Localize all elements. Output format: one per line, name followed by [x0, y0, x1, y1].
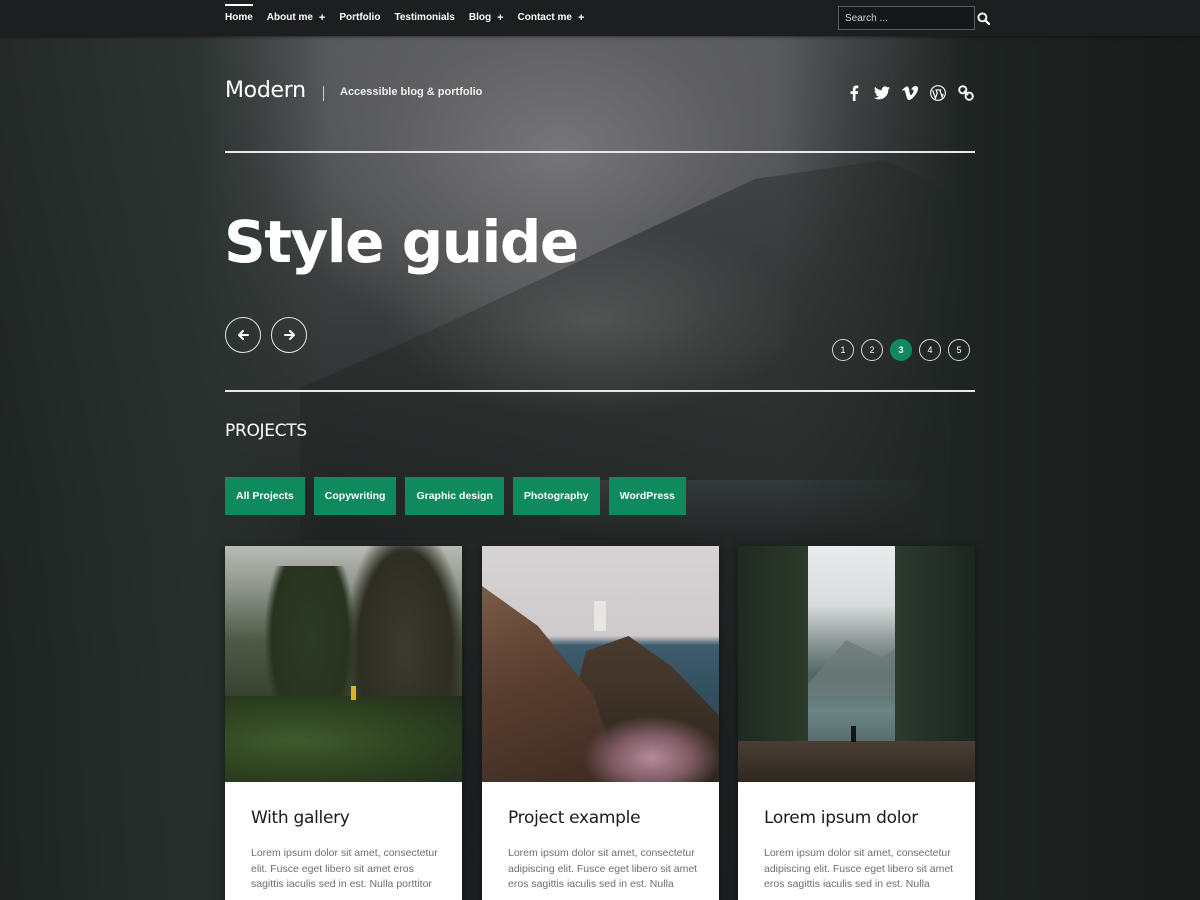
- nav-item-label: Contact me: [517, 12, 572, 23]
- project-title[interactable]: Project example: [508, 808, 641, 828]
- nav-item-label: Testimonials: [394, 12, 455, 23]
- slide-page-4[interactable]: 4: [919, 339, 941, 361]
- slider-pagination: 1 2 3 4 5: [832, 339, 977, 361]
- search-button[interactable]: [977, 7, 990, 29]
- slide-page-2[interactable]: 2: [861, 339, 883, 361]
- slide-page-1[interactable]: 1: [832, 339, 854, 361]
- nav-item-label: Blog: [468, 12, 492, 23]
- nav-item-portfolio[interactable]: Portfolio: [339, 0, 380, 36]
- slide-page-5[interactable]: 5: [948, 339, 970, 361]
- filter-wordpress[interactable]: WordPress: [608, 477, 686, 515]
- social-link-twitter[interactable]: [868, 82, 896, 104]
- slider-prev-button[interactable]: [225, 317, 261, 353]
- project-card[interactable]: With gallery Lorem ipsum dolor sit amet,…: [225, 546, 462, 900]
- site-title[interactable]: Modern: [225, 78, 306, 103]
- project-thumbnail-lighthouse[interactable]: [482, 546, 719, 782]
- nav-item-home[interactable]: Home: [225, 0, 253, 36]
- thumb-person: [851, 726, 856, 742]
- filter-graphic-design[interactable]: Graphic design: [405, 477, 504, 515]
- arrow-left-icon: [237, 330, 249, 340]
- nav-item-contact-me[interactable]: Contact me +: [518, 0, 585, 36]
- social-link-facebook[interactable]: [840, 82, 868, 104]
- header-divider: [225, 151, 975, 153]
- nav-item-blog[interactable]: Blog +: [469, 0, 504, 36]
- project-thumbnail-forest[interactable]: [225, 546, 462, 782]
- slide-page-3[interactable]: 3: [890, 339, 912, 361]
- thumb-shore: [738, 741, 975, 782]
- arrow-right-icon: [283, 330, 295, 340]
- thumb-person: [351, 686, 356, 700]
- facebook-icon: [850, 85, 859, 101]
- slider-divider: [225, 390, 975, 392]
- social-links: [840, 82, 980, 104]
- slider-next-button[interactable]: [271, 317, 307, 353]
- submenu-plus-icon[interactable]: +: [319, 0, 325, 36]
- project-card[interactable]: Lorem ipsum dolor Lorem ipsum dolor sit …: [738, 546, 975, 900]
- nav-item-label: Home: [225, 12, 253, 23]
- primary-menu: Home About me + Portfolio Testimonials B…: [225, 0, 598, 36]
- projects-heading: PROJECTS: [225, 421, 307, 441]
- site-tagline: Accessible blog & portfolio: [340, 86, 483, 98]
- filter-copywriting[interactable]: Copywriting: [313, 477, 397, 515]
- thumb-lighthouse: [594, 601, 606, 631]
- link-icon: [958, 85, 974, 101]
- project-excerpt: Lorem ipsum dolor sit amet, consectetur …: [251, 847, 438, 890]
- project-title[interactable]: With gallery: [251, 808, 350, 828]
- thumb-bushes: [225, 696, 462, 782]
- project-thumbnail-lake[interactable]: [738, 546, 975, 782]
- filter-photography[interactable]: Photography: [512, 477, 600, 515]
- twitter-icon: [874, 86, 890, 100]
- search-form: [838, 6, 990, 30]
- submenu-plus-icon[interactable]: +: [578, 0, 584, 36]
- project-filters: All Projects Copywriting Graphic design …: [225, 477, 695, 515]
- social-link-vimeo[interactable]: [896, 82, 924, 104]
- submenu-plus-icon[interactable]: +: [497, 0, 503, 36]
- filter-all-projects[interactable]: All Projects: [225, 477, 305, 515]
- project-excerpt: Lorem ipsum dolor sit amet, consectetur …: [764, 847, 954, 890]
- project-card[interactable]: Project example Lorem ipsum dolor sit am…: [482, 546, 719, 900]
- thumb-flowers: [582, 716, 719, 782]
- search-icon: [977, 11, 990, 25]
- vimeo-icon: [902, 86, 918, 100]
- nav-item-label: Portfolio: [339, 12, 381, 23]
- social-link-link[interactable]: [952, 82, 980, 104]
- project-excerpt: Lorem ipsum dolor sit amet, consectetur …: [508, 847, 698, 890]
- nav-item-about-me[interactable]: About me +: [267, 0, 326, 36]
- project-title[interactable]: Lorem ipsum dolor: [764, 808, 918, 828]
- wordpress-icon: [930, 85, 946, 101]
- nav-item-testimonials[interactable]: Testimonials: [394, 0, 454, 36]
- social-link-wordpress[interactable]: [924, 82, 952, 104]
- search-input[interactable]: [839, 7, 977, 29]
- slide-title[interactable]: Style guide: [224, 208, 579, 276]
- top-navigation-bar: Home About me + Portfolio Testimonials B…: [0, 0, 1200, 36]
- nav-item-label: About me: [266, 12, 313, 23]
- title-divider: [323, 86, 324, 101]
